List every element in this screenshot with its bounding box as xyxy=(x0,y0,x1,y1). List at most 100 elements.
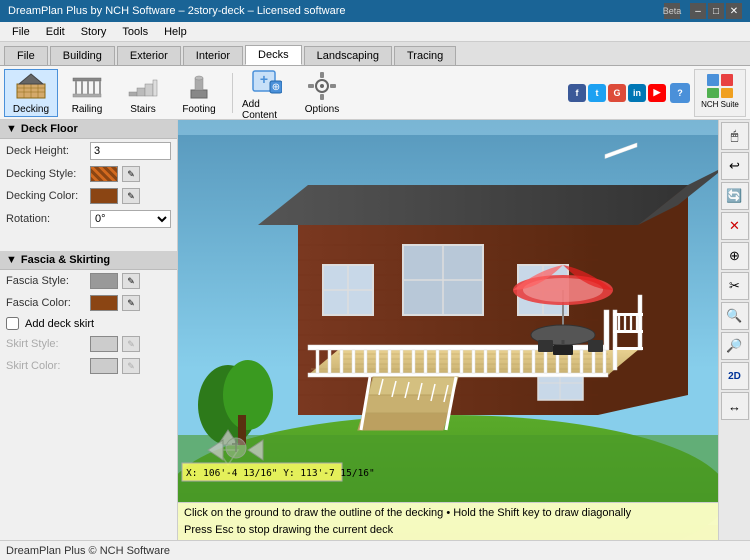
sidebar-delete-tool[interactable]: ✕ xyxy=(721,212,749,240)
sidebar-pan-tool[interactable]: ↔ xyxy=(721,392,749,420)
tab-decks[interactable]: Decks xyxy=(245,45,302,65)
twitter-icon[interactable]: t xyxy=(588,84,606,102)
menu-edit[interactable]: Edit xyxy=(38,24,73,40)
fascia-color-edit-btn[interactable]: ✎ xyxy=(122,295,140,311)
add-content-label: Add Content xyxy=(242,99,290,121)
sidebar-cut-tool[interactable]: ✂ xyxy=(721,272,749,300)
toolbar-add-content[interactable]: + ⊕ Add Content xyxy=(239,69,293,117)
sidebar-add-tool[interactable]: ⊕ xyxy=(721,242,749,270)
options-label: Options xyxy=(305,104,339,115)
menu-tools[interactable]: Tools xyxy=(114,24,156,40)
add-skirt-row: Add deck skirt xyxy=(0,314,177,333)
title-bar: DreamPlan Plus by NCH Software – 2story-… xyxy=(0,0,750,22)
add-content-icon: + ⊕ xyxy=(250,65,282,97)
svg-text:⊕: ⊕ xyxy=(272,82,280,93)
hint-text-2: Press Esc to stop drawing the current de… xyxy=(184,522,393,539)
sidebar-rotate-tool[interactable]: 🔄 xyxy=(721,182,749,210)
hint-text-1: Click on the ground to draw the outline … xyxy=(184,505,631,522)
title-text: DreamPlan Plus by NCH Software – 2story-… xyxy=(8,5,345,17)
menu-story[interactable]: Story xyxy=(73,24,115,40)
stairs-icon xyxy=(127,70,159,102)
deck-floor-title: Deck Floor xyxy=(21,123,78,135)
stairs-label: Stairs xyxy=(130,104,156,115)
main-area: ▼ Deck Floor Deck Height: Decking Style:… xyxy=(0,120,750,540)
house-scene-svg: X: 106'-4 13/16" Y: 113'-7 15/16" xyxy=(178,120,718,540)
help-icon[interactable]: ? xyxy=(670,83,690,103)
rotation-select[interactable]: 0° 45° 90° xyxy=(90,210,171,228)
fascia-title: Fascia & Skirting xyxy=(21,254,110,266)
toolbar-right: f t G in ▶ ? NCH Suite xyxy=(568,69,746,117)
skirt-color-row: Skirt Color: ✎ xyxy=(0,355,177,377)
decking-style-edit-btn[interactable]: ✎ xyxy=(122,166,140,182)
menu-file[interactable]: File xyxy=(4,24,38,40)
tab-tracing[interactable]: Tracing xyxy=(394,46,456,65)
toolbar-stairs[interactable]: Stairs xyxy=(116,69,170,117)
toolbar-railing[interactable]: Railing xyxy=(60,69,114,117)
skirt-color-swatch xyxy=(90,358,118,374)
viewport[interactable]: X: 106'-4 13/16" Y: 113'-7 15/16" Click … xyxy=(178,120,718,540)
toolbar-options[interactable]: Options xyxy=(295,69,349,117)
toolbar-divider1 xyxy=(232,73,233,113)
nch-suite-label: NCH Suite xyxy=(701,100,739,109)
skirt-color-label: Skirt Color: xyxy=(6,360,86,372)
decking-style-swatch[interactable] xyxy=(90,166,118,182)
social-icons: f t G in ▶ xyxy=(568,84,666,102)
tab-interior[interactable]: Interior xyxy=(183,46,243,65)
youtube-icon[interactable]: ▶ xyxy=(648,84,666,102)
fascia-header: ▼ Fascia & Skirting xyxy=(0,251,177,270)
toolbar-footing[interactable]: Footing xyxy=(172,69,226,117)
skirt-style-label: Skirt Style: xyxy=(6,338,86,350)
tab-landscaping[interactable]: Landscaping xyxy=(304,46,392,65)
skirt-style-edit-btn: ✎ xyxy=(122,336,140,352)
tab-exterior[interactable]: Exterior xyxy=(117,46,181,65)
viewport-hint: Click on the ground to draw the outline … xyxy=(178,502,718,540)
footing-label: Footing xyxy=(182,104,215,115)
maximize-button[interactable]: □ xyxy=(708,3,724,19)
menu-help[interactable]: Help xyxy=(156,24,195,40)
sidebar-zoom-out-tool[interactable]: 🔎 xyxy=(721,332,749,360)
status-text: DreamPlan Plus © NCH Software xyxy=(6,545,170,557)
nch-suite-button[interactable]: NCH Suite xyxy=(694,69,746,117)
scene-background: X: 106'-4 13/16" Y: 113'-7 15/16" Click … xyxy=(178,120,718,540)
sidebar-mouse-tool[interactable]: 🖱 xyxy=(721,122,749,150)
decking-color-edit-btn[interactable]: ✎ xyxy=(122,188,140,204)
menu-bar: File Edit Story Tools Help xyxy=(0,22,750,42)
fascia-color-row: Fascia Color: ✎ xyxy=(0,292,177,314)
railing-label: Railing xyxy=(72,104,103,115)
options-icon xyxy=(306,70,338,102)
fascia-color-swatch[interactable] xyxy=(90,295,118,311)
decking-color-label: Decking Color: xyxy=(6,190,86,202)
deck-height-input[interactable] xyxy=(90,142,171,160)
sidebar-undo-tool[interactable]: ↩ xyxy=(721,152,749,180)
minimize-button[interactable]: – xyxy=(690,3,706,19)
decking-style-row: Decking Style: ✎ xyxy=(0,163,177,185)
facebook-icon[interactable]: f xyxy=(568,84,586,102)
close-button[interactable]: ✕ xyxy=(726,3,742,19)
fascia-collapse-icon[interactable]: ▼ xyxy=(6,254,17,266)
sidebar-zoom-in-tool[interactable]: 🔍 xyxy=(721,302,749,330)
toolbar-decking[interactable]: Decking xyxy=(4,69,58,117)
tab-building[interactable]: Building xyxy=(50,46,115,65)
rotation-row: Rotation: 0° 45° 90° xyxy=(0,207,177,231)
linkedin-icon[interactable]: in xyxy=(628,84,646,102)
decking-icon xyxy=(15,70,47,102)
google-plus-icon[interactable]: G xyxy=(608,84,626,102)
tab-bar: File Building Exterior Interior Decks La… xyxy=(0,42,750,66)
fascia-style-row: Fascia Style: ✎ xyxy=(0,270,177,292)
sidebar-2d-tool[interactable]: 2D xyxy=(721,362,749,390)
fascia-style-edit-btn[interactable]: ✎ xyxy=(122,273,140,289)
decking-label: Decking xyxy=(13,104,49,115)
fascia-style-swatch[interactable] xyxy=(90,273,118,289)
rotation-label: Rotation: xyxy=(6,213,86,225)
title-bar-controls: Beta – □ ✕ xyxy=(664,3,742,19)
toolbar: Decking Railing Stairs xyxy=(0,66,750,120)
deck-floor-collapse-icon[interactable]: ▼ xyxy=(6,123,17,135)
right-sidebar: 🖱 ↩ 🔄 ✕ ⊕ ✂ 🔍 🔎 2D ↔ xyxy=(718,120,750,540)
add-skirt-checkbox[interactable] xyxy=(6,317,19,330)
decking-color-swatch[interactable] xyxy=(90,188,118,204)
fascia-color-label: Fascia Color: xyxy=(6,297,86,309)
deck-height-row: Deck Height: xyxy=(0,139,177,163)
skirt-style-row: Skirt Style: ✎ xyxy=(0,333,177,355)
railing-icon xyxy=(71,70,103,102)
tab-file[interactable]: File xyxy=(4,46,48,65)
